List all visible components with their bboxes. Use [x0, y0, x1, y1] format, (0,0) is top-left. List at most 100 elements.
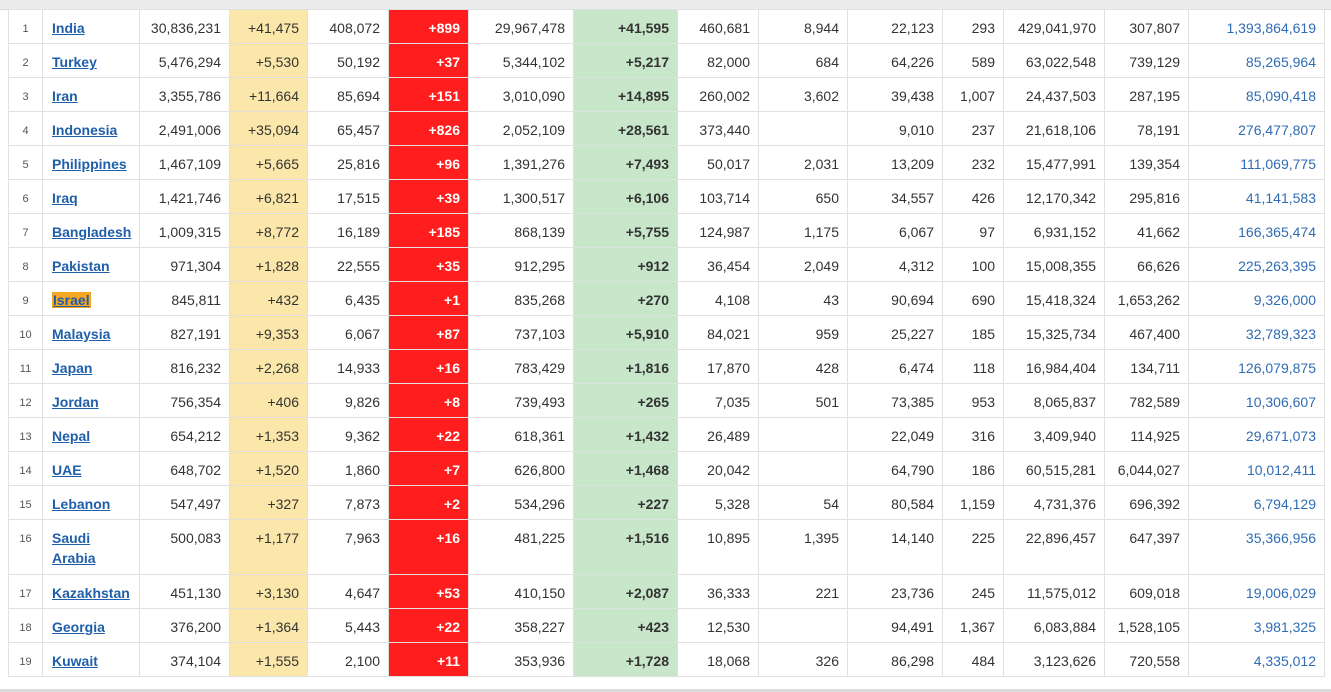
new-recovered-cell: +423 [573, 608, 678, 643]
country-link[interactable]: Japan [52, 360, 92, 376]
rank-cell: 5 [8, 145, 43, 180]
new-cases-cell: +327 [229, 485, 308, 520]
country-link[interactable]: Iraq [52, 190, 78, 206]
country-link[interactable]: Iran [52, 88, 78, 104]
new-cases-cell: +1,520 [229, 451, 308, 486]
country-link[interactable]: Pakistan [52, 258, 110, 274]
tests-per-million-cell: 782,589 [1104, 383, 1189, 418]
deaths-per-million-cell: 953 [942, 383, 1004, 418]
total-cases-cell: 1,467,109 [139, 145, 230, 180]
tests-per-million-cell: 696,392 [1104, 485, 1189, 520]
tests-per-million-cell: 66,626 [1104, 247, 1189, 282]
serious-critical-cell: 3,602 [758, 77, 848, 112]
table-row: 18 Georgia 376,200 +1,364 5,443 +22 358,227 +42… [8, 608, 1325, 643]
country-link[interactable]: Kazakhstan [52, 585, 130, 601]
population-cell: 225,263,395 [1188, 247, 1325, 282]
total-tests-cell: 15,418,324 [1003, 281, 1105, 316]
country-link[interactable]: Israel [52, 292, 91, 308]
table-row: 7 Bangladesh 1,009,315 +8,772 16,189 +185 868,… [8, 213, 1325, 248]
deaths-per-million-cell: 118 [942, 349, 1004, 384]
total-deaths-cell: 6,435 [307, 281, 389, 316]
tests-per-million-cell: 6,044,027 [1104, 451, 1189, 486]
new-deaths-cell: +16 [388, 349, 469, 384]
new-deaths-cell: +96 [388, 145, 469, 180]
cases-per-million-cell: 22,123 [847, 9, 943, 44]
country-stats-table: 1 India 30,836,231 +41,475 408,072 +899 29,967… [8, 9, 1325, 677]
total-cases-cell: 547,497 [139, 485, 230, 520]
cases-per-million-cell: 64,226 [847, 43, 943, 78]
country-cell: India [42, 9, 140, 44]
deaths-per-million-cell: 185 [942, 315, 1004, 350]
country-link[interactable]: Philippines [52, 156, 127, 172]
country-cell: Philippines [42, 145, 140, 180]
cases-per-million-cell: 64,790 [847, 451, 943, 486]
total-tests-cell: 22,896,457 [1003, 519, 1105, 575]
country-cell: Georgia [42, 608, 140, 643]
serious-critical-cell: 326 [758, 642, 848, 677]
total-recovered-cell: 2,052,109 [468, 111, 574, 146]
country-link[interactable]: UAE [52, 462, 82, 478]
tests-per-million-cell: 307,807 [1104, 9, 1189, 44]
cases-per-million-cell: 25,227 [847, 315, 943, 350]
total-recovered-cell: 3,010,090 [468, 77, 574, 112]
country-link[interactable]: Saudi Arabia [52, 530, 96, 566]
cases-per-million-cell: 6,474 [847, 349, 943, 384]
population-cell: 166,365,474 [1188, 213, 1325, 248]
total-cases-cell: 654,212 [139, 417, 230, 452]
tests-per-million-cell: 287,195 [1104, 77, 1189, 112]
active-cases-cell: 124,987 [677, 213, 759, 248]
active-cases-cell: 17,870 [677, 349, 759, 384]
total-tests-cell: 429,041,970 [1003, 9, 1105, 44]
total-tests-cell: 63,022,548 [1003, 43, 1105, 78]
new-recovered-cell: +5,910 [573, 315, 678, 350]
country-link[interactable]: Kuwait [52, 653, 98, 669]
total-tests-cell: 15,008,355 [1003, 247, 1105, 282]
country-cell: Malaysia [42, 315, 140, 350]
new-recovered-cell: +1,516 [573, 519, 678, 575]
deaths-per-million-cell: 293 [942, 9, 1004, 44]
country-link[interactable]: Turkey [52, 54, 97, 70]
serious-critical-cell [758, 608, 848, 643]
table-row: 2 Turkey 5,476,294 +5,530 50,192 +37 5,344,102… [8, 43, 1325, 78]
total-tests-cell: 3,409,940 [1003, 417, 1105, 452]
active-cases-cell: 84,021 [677, 315, 759, 350]
active-cases-cell: 7,035 [677, 383, 759, 418]
active-cases-cell: 26,489 [677, 417, 759, 452]
cases-per-million-cell: 34,557 [847, 179, 943, 214]
deaths-per-million-cell: 237 [942, 111, 1004, 146]
country-link[interactable]: Jordan [52, 394, 99, 410]
covid-stats-page: 1 India 30,836,231 +41,475 408,072 +899 29,967… [0, 0, 1331, 692]
total-deaths-cell: 50,192 [307, 43, 389, 78]
table-row: 13 Nepal 654,212 +1,353 9,362 +22 618,361 +1,43… [8, 417, 1325, 452]
country-link[interactable]: Malaysia [52, 326, 110, 342]
rank-cell: 11 [8, 349, 43, 384]
country-link[interactable]: India [52, 20, 85, 36]
new-deaths-cell: +11 [388, 642, 469, 677]
total-recovered-cell: 534,296 [468, 485, 574, 520]
population-cell: 6,794,129 [1188, 485, 1325, 520]
new-deaths-cell: +826 [388, 111, 469, 146]
total-tests-cell: 11,575,012 [1003, 574, 1105, 609]
country-link[interactable]: Indonesia [52, 122, 117, 138]
new-recovered-cell: +2,087 [573, 574, 678, 609]
deaths-per-million-cell: 100 [942, 247, 1004, 282]
country-cell: Lebanon [42, 485, 140, 520]
deaths-per-million-cell: 589 [942, 43, 1004, 78]
country-link[interactable]: Georgia [52, 619, 105, 635]
new-deaths-cell: +53 [388, 574, 469, 609]
new-cases-cell: +41,475 [229, 9, 308, 44]
new-deaths-cell: +87 [388, 315, 469, 350]
total-recovered-cell: 358,227 [468, 608, 574, 643]
total-cases-cell: 2,491,006 [139, 111, 230, 146]
country-cell: Indonesia [42, 111, 140, 146]
deaths-per-million-cell: 1,367 [942, 608, 1004, 643]
table-row: 6 Iraq 1,421,746 +6,821 17,515 +39 1,300,517 +6… [8, 179, 1325, 214]
rank-cell: 9 [8, 281, 43, 316]
population-cell: 35,366,956 [1188, 519, 1325, 575]
country-link[interactable]: Lebanon [52, 496, 110, 512]
cases-per-million-cell: 86,298 [847, 642, 943, 677]
cases-per-million-cell: 23,736 [847, 574, 943, 609]
country-link[interactable]: Nepal [52, 428, 90, 444]
country-link[interactable]: Bangladesh [52, 224, 131, 240]
new-recovered-cell: +1,468 [573, 451, 678, 486]
